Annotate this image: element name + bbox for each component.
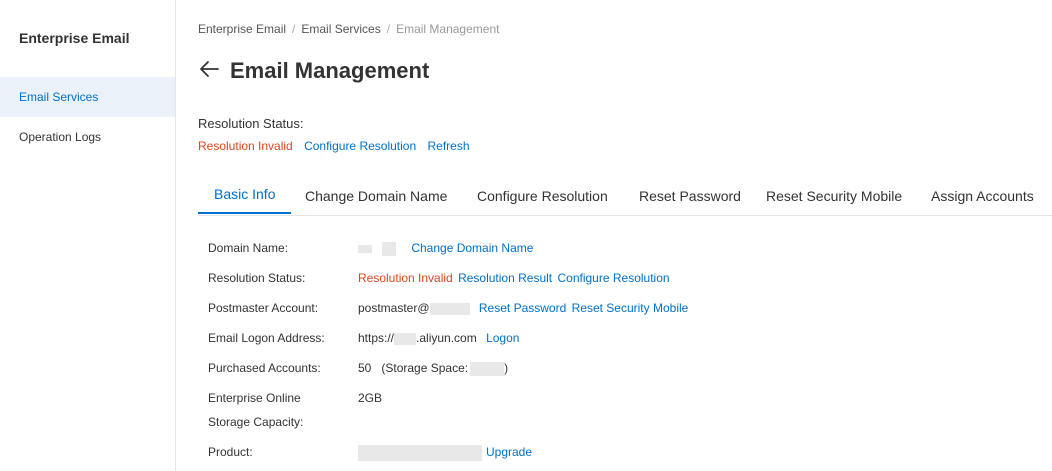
breadcrumb-email-services[interactable]: Email Services <box>301 22 380 36</box>
back-arrow-icon[interactable] <box>198 58 220 80</box>
logon-url-prefix: https:// <box>358 331 395 345</box>
tab-basic-info[interactable]: Basic Info <box>198 174 292 214</box>
breadcrumb-separator: / <box>292 22 296 36</box>
tab-bar: Basic Info Change Domain Name Configure … <box>198 176 1052 216</box>
upgrade-link[interactable]: Upgrade <box>486 445 532 459</box>
configure-resolution-info-link[interactable]: Configure Resolution <box>557 271 669 285</box>
change-domain-name-link[interactable]: Change Domain Name <box>411 241 533 255</box>
logon-url-suffix: .aliyun.com <box>416 331 477 345</box>
redacted-mask <box>394 332 417 345</box>
tab-reset-security-mobile[interactable]: Reset Security Mobile <box>766 176 902 216</box>
enterprise-online-storage-value: 2GB <box>358 391 383 405</box>
resolution-status-label: Resolution Status: <box>198 116 304 131</box>
resolution-invalid-status: Resolution Invalid <box>198 139 293 153</box>
redacted-mask <box>470 361 505 376</box>
sidebar-title: Enterprise Email <box>19 30 130 46</box>
resolution-status-row: Resolution Invalid Configure Resolution … <box>198 139 478 153</box>
purchased-accounts-count: 50 <box>358 361 372 375</box>
domain-name-label: Domain Name: <box>208 241 289 255</box>
breadcrumb-enterprise-email[interactable]: Enterprise Email <box>198 22 286 36</box>
breadcrumb: Enterprise Email / Email Services / Email Ma… <box>198 22 499 36</box>
enterprise-online-label: Enterprise Online <box>208 391 301 405</box>
configure-resolution-link[interactable]: Configure Resolution <box>304 139 416 153</box>
redacted-mask <box>358 445 482 461</box>
tab-reset-password[interactable]: Reset Password <box>639 176 741 216</box>
breadcrumb-separator: / <box>386 22 391 36</box>
breadcrumb-email-management: Email Management <box>396 22 500 36</box>
refresh-link[interactable]: Refresh <box>428 139 470 153</box>
redacted-mask <box>382 241 396 256</box>
resolution-result-link[interactable]: Resolution Result <box>458 271 552 285</box>
resolution-status-info-label: Resolution Status: <box>208 271 306 285</box>
storage-space-suffix: ) <box>504 361 509 375</box>
page-title: Email Management <box>230 58 430 83</box>
email-logon-address-label: Email Logon Address: <box>208 331 325 345</box>
sidebar-item-email-services[interactable]: Email Services <box>0 77 175 117</box>
purchased-accounts-label: Purchased Accounts: <box>208 361 321 375</box>
postmaster-account-label: Postmaster Account: <box>208 301 319 315</box>
reset-password-link[interactable]: Reset Password <box>479 301 566 315</box>
sidebar-item-operation-logs[interactable]: Operation Logs <box>0 117 175 157</box>
storage-capacity-label: Storage Capacity: <box>208 415 304 429</box>
storage-space-prefix: (Storage Space: <box>381 361 469 375</box>
postmaster-account-value: postmaster@ <box>358 301 430 315</box>
resolution-invalid-info-status: Resolution Invalid <box>358 271 453 285</box>
tab-change-domain-name[interactable]: Change Domain Name <box>305 176 447 216</box>
redacted-mask <box>429 302 470 315</box>
tab-configure-resolution[interactable]: Configure Resolution <box>477 176 608 216</box>
redacted-mask <box>358 244 372 253</box>
sidebar: Enterprise Email Email Services Operatio… <box>0 0 176 471</box>
reset-security-mobile-link[interactable]: Reset Security Mobile <box>572 301 689 315</box>
logon-link[interactable]: Logon <box>486 331 519 345</box>
tab-assign-accounts[interactable]: Assign Accounts <box>931 176 1034 216</box>
product-label: Product: <box>208 445 253 459</box>
main-content: Enterprise Email / Email Services / Email Ma… <box>176 0 1052 471</box>
